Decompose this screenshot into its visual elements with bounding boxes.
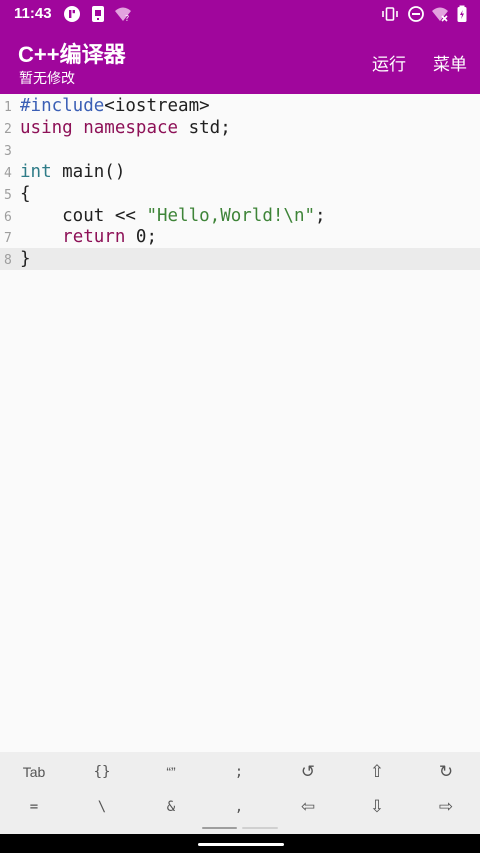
code-line[interactable]: 1 #include<iostream> — [0, 95, 480, 117]
quotes-key[interactable]: “” — [137, 754, 205, 790]
wifi-question-icon: ? — [114, 5, 132, 23]
code-line-current[interactable]: 8 } — [0, 248, 480, 270]
do-not-disturb-icon — [407, 5, 425, 23]
symbol-keybar: Tab {} “” ; ↺ ⇧ ↻ = \ & , ⇦ ⇩ ⇨ — [0, 752, 480, 834]
code-token: int — [20, 162, 52, 182]
menu-button[interactable]: 菜单 — [433, 50, 467, 75]
code-text[interactable]: using namespace std; — [20, 118, 231, 138]
page-indicator — [242, 827, 278, 829]
line-number: 2 — [4, 122, 12, 137]
line-number: 5 — [4, 188, 12, 203]
code-line[interactable]: 7 return 0; — [0, 226, 480, 248]
arrow-right-icon[interactable]: ⇨ — [412, 789, 480, 825]
home-gesture-handle[interactable] — [198, 843, 284, 846]
run-button[interactable]: 运行 — [372, 50, 406, 75]
braces-key[interactable]: {} — [68, 754, 136, 790]
code-token: <iostream> — [104, 96, 210, 116]
svg-text:?: ? — [125, 14, 129, 23]
redo-icon[interactable]: ↻ — [412, 754, 480, 790]
code-token: 0; — [125, 227, 157, 247]
app-title: C++编译器 — [18, 42, 126, 67]
line-number: 7 — [4, 231, 12, 246]
backslash-key[interactable]: \ — [68, 789, 136, 825]
code-token: ; — [315, 206, 326, 226]
tab-key[interactable]: Tab — [0, 754, 68, 790]
app-bar: C++编译器 暂无修改 运行 菜单 — [0, 28, 480, 94]
semicolon-key[interactable]: ; — [205, 754, 273, 790]
battery-icon — [453, 5, 471, 23]
equals-key[interactable]: = — [0, 789, 68, 825]
code-line[interactable]: 6 cout << "Hello,World!\n"; — [0, 205, 480, 227]
sim-card-icon — [89, 5, 107, 23]
undo-icon[interactable]: ↺ — [274, 754, 342, 790]
line-number: 8 — [4, 253, 12, 268]
page-indicator-active — [202, 827, 237, 829]
code-editor[interactable]: 1 #include<iostream> 2 using namespace s… — [0, 94, 480, 752]
vibrate-icon — [381, 5, 399, 23]
status-time: 11:43 — [14, 5, 52, 22]
line-number: 3 — [4, 144, 12, 159]
code-line[interactable]: 4 int main() — [0, 161, 480, 183]
code-line[interactable]: 2 using namespace std; — [0, 117, 480, 139]
code-text[interactable]: return 0; — [20, 227, 157, 247]
code-text[interactable]: { — [20, 184, 31, 204]
code-text[interactable]: #include<iostream> — [20, 96, 210, 116]
code-token: cout << — [20, 206, 147, 226]
code-text[interactable]: cout << "Hello,World!\n"; — [20, 206, 326, 226]
status-bar: 11:43 ? — [0, 0, 480, 28]
arrow-up-icon[interactable]: ⇧ — [343, 754, 411, 790]
arrow-down-icon[interactable]: ⇩ — [343, 789, 411, 825]
ampersand-key[interactable]: & — [137, 789, 205, 825]
code-text[interactable]: } — [20, 249, 31, 269]
code-token: using — [20, 118, 73, 138]
code-token: #include — [20, 96, 105, 116]
code-token: namespace — [83, 118, 179, 138]
code-token: main() — [51, 162, 126, 182]
code-line[interactable]: 5 { — [0, 183, 480, 205]
code-token: "Hello,World!\n" — [146, 206, 316, 226]
code-token: return — [62, 227, 126, 247]
code-token: } — [20, 249, 31, 269]
app-notification-icon — [63, 5, 81, 23]
code-text[interactable]: int main() — [20, 162, 125, 182]
comma-key[interactable]: , — [205, 789, 273, 825]
line-number: 4 — [4, 166, 12, 181]
wifi-off-icon — [431, 5, 449, 23]
code-token: std; — [178, 118, 231, 138]
line-number: 6 — [4, 210, 12, 225]
arrow-left-icon[interactable]: ⇦ — [274, 789, 342, 825]
navigation-bar — [0, 834, 480, 853]
code-line[interactable]: 3 — [0, 139, 480, 161]
app-subtitle: 暂无修改 — [19, 70, 75, 86]
code-token: { — [20, 184, 31, 204]
line-number: 1 — [4, 100, 12, 115]
